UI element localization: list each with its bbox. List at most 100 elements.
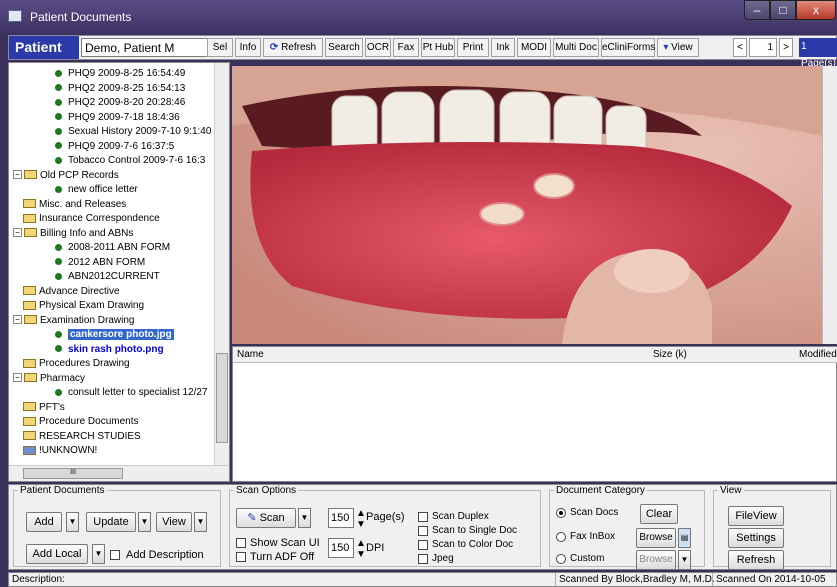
tree-item[interactable]: Insurance Correspondence <box>23 212 160 225</box>
tree-item[interactable]: − Billing Info and ABNs <box>13 227 133 240</box>
search-button[interactable]: Search <box>325 38 363 57</box>
tree-item[interactable]: Physical Exam Drawing <box>23 299 144 312</box>
tree-item[interactable]: cankersore photo.jpg <box>55 328 174 341</box>
fax-inbox-radio[interactable] <box>556 532 566 542</box>
tree-item[interactable]: 2008-2011 ABN FORM <box>55 241 170 254</box>
tree-item[interactable]: − Pharmacy <box>13 372 85 385</box>
fax-button[interactable]: Fax <box>393 38 419 57</box>
tree-scroll-thumb[interactable] <box>216 353 228 443</box>
refresh-view-button[interactable]: Refresh <box>728 550 784 570</box>
col-size-header[interactable]: Size (k) <box>653 347 687 362</box>
tree-vertical-scrollbar[interactable] <box>214 63 229 465</box>
jpeg-checkbox[interactable] <box>418 554 428 564</box>
tree-hscroll-thumb[interactable]: III <box>23 468 123 479</box>
scan-button[interactable]: ✎ Scan <box>236 508 296 528</box>
maximize-button[interactable]: □ <box>770 0 796 20</box>
show-scan-ui-checkbox[interactable] <box>236 538 246 548</box>
modi-button[interactable]: MODI <box>517 38 551 57</box>
tree-item[interactable]: Procedure Documents <box>23 415 139 428</box>
collapse-icon[interactable]: − <box>13 315 22 325</box>
col-modified-header[interactable]: Modified <box>799 347 837 362</box>
ink-button[interactable]: Ink <box>491 38 515 57</box>
pages-stepper[interactable]: 150 <box>328 508 354 528</box>
tree-item[interactable]: − Old PCP Records <box>13 169 119 182</box>
view-button[interactable]: View <box>156 512 192 532</box>
add-dropdown-button[interactable]: ▼ <box>66 512 79 532</box>
scan-docs-radio[interactable] <box>556 508 566 518</box>
file-list[interactable]: Name Size (k) Modified <box>232 346 837 482</box>
tree-item-label: PHQ2 2009-8-25 16:54:13 <box>68 82 186 94</box>
settings-button[interactable]: Settings <box>728 528 784 548</box>
add-description-checkbox[interactable] <box>110 550 120 560</box>
browse-custom-button[interactable]: Browse <box>636 550 676 570</box>
minimize-button[interactable]: – <box>744 0 770 20</box>
tree-item[interactable]: new office letter <box>55 183 138 196</box>
tree-item[interactable]: PHQ9 2009-8-25 16:54:49 <box>55 67 185 80</box>
next-page-button[interactable]: > <box>779 38 793 57</box>
info-button[interactable]: Info <box>235 38 261 57</box>
tree-item[interactable]: 2012 ABN FORM <box>55 256 145 269</box>
close-button[interactable]: x <box>796 0 836 20</box>
image-vertical-scrollbar[interactable] <box>822 66 837 344</box>
tree-item[interactable]: PFT's <box>23 401 65 414</box>
tree-item[interactable]: Misc. and Releases <box>23 198 126 211</box>
scan-color-doc-checkbox[interactable] <box>418 540 428 550</box>
browse-custom-dropdown-button[interactable]: ▼ <box>678 550 691 570</box>
scan-duplex-checkbox[interactable] <box>418 512 428 522</box>
collapse-icon[interactable]: − <box>13 373 22 383</box>
status-description: Description: <box>12 574 65 585</box>
tree-item[interactable]: PHQ2 2009-8-20 20:28:46 <box>55 96 185 109</box>
page-number-field[interactable]: 1 <box>749 38 777 57</box>
add-button[interactable]: Add <box>26 512 62 532</box>
scan-dropdown-button[interactable]: ▼ <box>298 508 311 528</box>
tree-item[interactable]: !UNKNOWN! <box>23 444 97 457</box>
tree-horizontal-scrollbar[interactable]: III <box>9 465 229 481</box>
ecliniforms-button[interactable]: eCliniForms <box>601 38 655 57</box>
tree-item[interactable]: consult letter to specialist 12/27 <box>55 386 208 399</box>
collapse-icon[interactable]: − <box>13 228 22 238</box>
fileview-button[interactable]: FileView <box>728 506 784 526</box>
tree-item[interactable]: RESEARCH STUDIES <box>23 430 141 443</box>
update-dropdown-button[interactable]: ▼ <box>138 512 151 532</box>
chevron-down-icon: ▼ <box>300 513 309 522</box>
add-local-button[interactable]: Add Local <box>26 544 88 564</box>
tree-item[interactable]: PHQ9 2009-7-6 16:37:5 <box>55 140 174 153</box>
multi-doc-button[interactable]: Multi Doc <box>553 38 599 57</box>
tree-item[interactable]: Procedures Drawing <box>23 357 130 370</box>
document-tree[interactable]: PHQ9 2009-8-25 16:54:49 PHQ2 2009-8-25 16… <box>8 62 230 482</box>
tree-item[interactable]: Advance Directive <box>23 285 120 298</box>
spin-arrows-icon[interactable]: ▲ ▼ <box>356 538 366 560</box>
tree-item[interactable]: − Examination Drawing <box>13 314 135 327</box>
refresh-button[interactable]: ⟳ Refresh <box>263 38 323 57</box>
tree-item[interactable]: PHQ9 2009-7-18 18:4:36 <box>55 111 180 124</box>
image-viewer[interactable] <box>232 66 837 344</box>
view-dropdown-button[interactable]: ▾ View <box>657 38 699 57</box>
add-local-dropdown-button[interactable]: ▼ <box>92 544 105 564</box>
browse-button[interactable]: Browse <box>636 528 676 548</box>
document-photo <box>232 66 822 344</box>
turn-adf-off-checkbox[interactable] <box>236 552 246 562</box>
print-button[interactable]: Print <box>457 38 489 57</box>
tree-item[interactable]: Tobacco Control 2009-7-6 16:3 <box>55 154 205 167</box>
update-button[interactable]: Update <box>86 512 136 532</box>
sel-button[interactable]: Sel <box>207 38 233 57</box>
pt-hub-button[interactable]: Pt Hub <box>421 38 455 57</box>
ocr-button[interactable]: OCR <box>365 38 391 57</box>
clear-button[interactable]: Clear <box>640 504 678 524</box>
scan-single-doc-checkbox[interactable] <box>418 526 428 536</box>
dpi-stepper[interactable]: 150 <box>328 538 354 558</box>
tree-item[interactable]: PHQ2 2009-8-25 16:54:13 <box>55 82 185 95</box>
tree-item[interactable]: ABN2012CURRENT <box>55 270 160 283</box>
tree-item[interactable]: Sexual History 2009-7-10 9:1:40 <box>55 125 211 138</box>
folder-icon <box>24 315 37 325</box>
patient-name-field[interactable]: Demo, Patient M <box>81 38 211 57</box>
collapse-icon[interactable]: − <box>13 170 22 180</box>
view-dropdown-button[interactable]: ▼ <box>194 512 207 532</box>
prev-page-button[interactable]: < <box>733 38 747 57</box>
custom-radio[interactable] <box>556 554 566 564</box>
turn-adf-off-label: Turn ADF Off <box>250 551 315 563</box>
col-name-header[interactable]: Name <box>237 347 264 362</box>
folder-browse-icon[interactable]: ▤ <box>678 528 691 548</box>
spin-arrows-icon[interactable]: ▲ ▼ <box>356 508 366 530</box>
tree-item[interactable]: skin rash photo.png <box>55 343 164 356</box>
